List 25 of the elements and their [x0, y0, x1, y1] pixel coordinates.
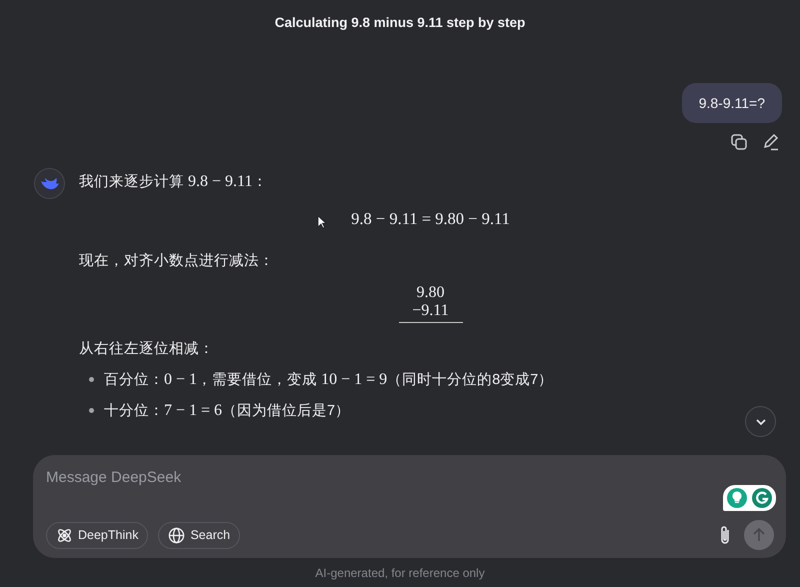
- chat-title: Calculating 9.8 minus 9.11 step by step: [274, 14, 526, 30]
- copy-icon[interactable]: [730, 133, 748, 151]
- math-number: −9.11: [412, 302, 449, 320]
- edit-icon[interactable]: [762, 133, 780, 151]
- list-item: 十分位：7 − 1 = 6（因为借位后是7）: [104, 401, 350, 420]
- globe-icon: [168, 526, 186, 544]
- reply-paragraph: 我们来逐步计算 9.8 − 9.11：: [79, 172, 268, 191]
- cursor-icon: [317, 215, 327, 229]
- toggle-button[interactable]: Search: [158, 522, 240, 548]
- math-number: 9.80: [416, 284, 444, 302]
- g-logo-icon[interactable]: [751, 487, 773, 509]
- bullet-icon: [89, 377, 94, 382]
- list-item: 百分位：0 − 1，需要借位，变成 10 − 1 = 9（同时十分位的8变成7）: [104, 370, 554, 389]
- user-message: 9.8-9.11=?: [682, 83, 782, 123]
- bullet-icon: [89, 408, 94, 413]
- reply-paragraph: 现在，对齐小数点进行减法：: [79, 252, 275, 270]
- reply-paragraph: 从右往左逐位相减：: [79, 340, 215, 358]
- message-input[interactable]: Message DeepSeek: [46, 467, 774, 487]
- scroll-down-button[interactable]: [745, 406, 776, 437]
- toggle-button[interactable]: DeepThink: [46, 522, 148, 548]
- atom-icon: [56, 526, 73, 544]
- arrow-up-icon: [751, 527, 767, 543]
- disclaimer-text: AI-generated, for reference only: [315, 566, 485, 580]
- grammarly-widget[interactable]: [723, 485, 776, 511]
- math-equation: 9.8 − 9.11 = 9.80 − 9.11: [351, 209, 510, 229]
